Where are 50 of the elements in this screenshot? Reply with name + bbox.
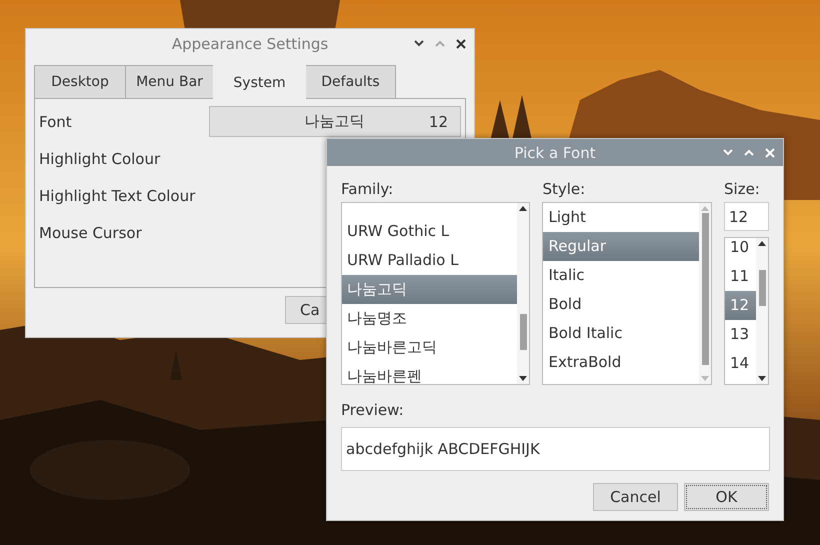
tab[interactable]: Defaults xyxy=(305,65,396,98)
tab[interactable]: System xyxy=(213,65,306,99)
family-label: Family: xyxy=(341,179,394,200)
preview-label: Preview: xyxy=(341,400,405,421)
tab[interactable]: Menu Bar xyxy=(125,65,214,98)
setting-label: Font xyxy=(39,112,72,130)
setting-label: Highlight Text Colour xyxy=(39,186,196,204)
list-item[interactable]: 11 xyxy=(725,262,756,291)
scrollbar-thumb[interactable] xyxy=(520,314,527,350)
list-item[interactable]: 나눔바른펜 xyxy=(342,362,518,384)
scroll-up-icon[interactable] xyxy=(519,206,528,211)
window-title: Pick a Font xyxy=(514,144,596,162)
close-icon[interactable] xyxy=(456,38,466,48)
list-item[interactable]: URW Gothic L xyxy=(342,217,518,246)
font-button[interactable]: 나눔고딕 12 xyxy=(209,106,461,137)
partial-button[interactable]: Ca xyxy=(285,296,326,324)
dialog-button[interactable]: OK xyxy=(684,483,769,511)
list-item[interactable]: 13 xyxy=(725,320,756,349)
list-item[interactable]: 나눔명조 xyxy=(342,304,518,333)
list-item[interactable]: Bold Italic xyxy=(543,319,699,348)
list-item[interactable]: 10 xyxy=(725,238,756,262)
scroll-up-icon[interactable] xyxy=(758,241,766,246)
preview-field[interactable]: abcdefghijk ABCDEFGHIJK xyxy=(341,427,770,471)
scrollbar[interactable] xyxy=(756,238,768,384)
list-item[interactable]: 14 xyxy=(725,349,756,378)
setting-label: Mouse Cursor xyxy=(39,224,142,242)
minimize-icon[interactable] xyxy=(414,40,424,47)
list-item[interactable]: 12 xyxy=(725,291,756,320)
list-item[interactable]: Regular xyxy=(543,232,699,261)
list-item[interactable]: 나눔바른고딕 xyxy=(342,333,518,362)
scroll-down-icon[interactable] xyxy=(519,376,528,381)
scrollbar-thumb[interactable] xyxy=(758,270,766,306)
scrollbar-thumb[interactable] xyxy=(702,213,708,365)
maximize-icon[interactable] xyxy=(435,40,445,47)
size-field[interactable]: 12 xyxy=(724,202,769,231)
window-title: Appearance Settings xyxy=(172,34,328,52)
tab[interactable]: Desktop xyxy=(34,65,126,98)
scrollbar[interactable] xyxy=(699,203,711,384)
scroll-down-icon[interactable] xyxy=(758,376,766,381)
list-item[interactable]: Light xyxy=(543,203,699,232)
list-item[interactable]: URW Palladio L xyxy=(342,246,518,275)
style-label: Style: xyxy=(542,179,586,200)
dialog-button[interactable]: Cancel xyxy=(593,483,678,511)
list-item[interactable]: 나눔고딕 xyxy=(342,275,518,304)
setting-label: Highlight Colour xyxy=(39,150,160,168)
size-label: Size: xyxy=(724,179,761,200)
scrollbar[interactable] xyxy=(517,203,530,384)
list-item[interactable]: Bold xyxy=(543,290,699,319)
list-item[interactable]: ExtraBold xyxy=(543,348,699,377)
list-item[interactable]: Italic xyxy=(543,261,699,290)
